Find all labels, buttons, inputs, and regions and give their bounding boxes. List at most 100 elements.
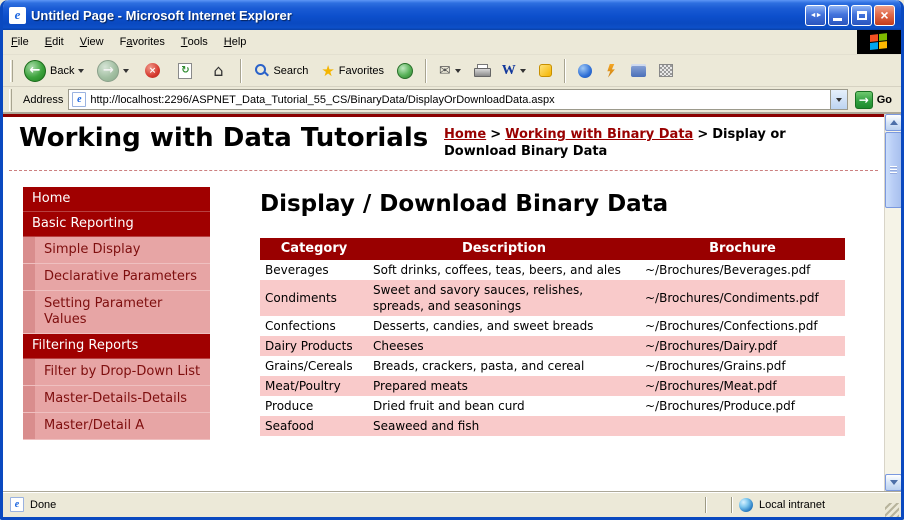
address-bar: Address e http://localhost:2296/ASPNET_D… bbox=[3, 87, 901, 113]
sidebar-item-master-detail[interactable]: Master/Detail A bbox=[23, 413, 210, 440]
edit-with-word-button[interactable]: W bbox=[497, 61, 531, 81]
sidebar-item-master-details-details[interactable]: Master-Details-Details bbox=[23, 386, 210, 413]
breadcrumb-section-link[interactable]: Working with Binary Data bbox=[505, 127, 693, 142]
cell-category: Grains/Cereals bbox=[260, 356, 368, 376]
back-button[interactable]: ← Back bbox=[19, 58, 89, 84]
print-button[interactable] bbox=[469, 62, 494, 79]
back-icon: ← bbox=[24, 60, 46, 82]
toolbar-extra-button-4[interactable] bbox=[654, 62, 678, 79]
search-icon bbox=[254, 63, 269, 78]
menu-favorites[interactable]: Favorites bbox=[112, 30, 173, 54]
security-zone-label: Local intranet bbox=[759, 499, 825, 511]
sidebar-item-filter-by-dropdown-list[interactable]: Filter by Drop-Down List bbox=[23, 359, 210, 386]
sidebar-item-basic-reporting[interactable]: Basic Reporting bbox=[23, 212, 210, 237]
menu-view[interactable]: View bbox=[72, 30, 112, 54]
table-row: Meat/Poultry Prepared meats ~/Brochures/… bbox=[260, 376, 845, 396]
url-text[interactable]: http://localhost:2296/ASPNET_Data_Tutori… bbox=[90, 94, 825, 106]
cell-category: Confections bbox=[260, 316, 368, 336]
mail-button[interactable]: ✉ bbox=[434, 61, 466, 81]
mail-icon: ✉ bbox=[439, 63, 451, 79]
cell-category: Seafood bbox=[260, 416, 368, 436]
site-title: Working with Data Tutorials bbox=[19, 123, 428, 153]
site-header: Working with Data Tutorials Home>Working… bbox=[3, 117, 884, 170]
refresh-button[interactable]: ↻ bbox=[170, 59, 200, 83]
arrow-down-icon bbox=[890, 480, 898, 485]
minimize-button[interactable] bbox=[828, 5, 849, 26]
menu-bar: File Edit View Favorites Tools Help bbox=[3, 30, 901, 55]
sidebar-item-setting-parameter-values[interactable]: Setting Parameter Values bbox=[23, 291, 210, 334]
title-bar: e Untitled Page - Microsoft Internet Exp… bbox=[3, 0, 901, 30]
toolbar-extra-button-3[interactable] bbox=[626, 62, 651, 79]
toolbar-extra-button-1[interactable] bbox=[573, 62, 597, 80]
scroll-down-button[interactable] bbox=[885, 474, 902, 491]
grid-icon bbox=[659, 64, 673, 77]
status-page-icon: e bbox=[10, 497, 24, 512]
print-icon bbox=[474, 64, 489, 77]
cell-description: Sweet and savory sauces, relishes, sprea… bbox=[368, 280, 640, 316]
menu-edit[interactable]: Edit bbox=[37, 30, 72, 54]
status-text: Done bbox=[30, 499, 56, 511]
standard-toolbar: ← Back → × ↻ ⌂ Search ★ Favorites bbox=[3, 55, 901, 87]
sidebar-item-home[interactable]: Home bbox=[23, 187, 210, 212]
cell-description: Dried fruit and bean curd bbox=[368, 396, 640, 416]
cell-category: Produce bbox=[260, 396, 368, 416]
toolbar-extra-button-2[interactable] bbox=[600, 62, 623, 80]
address-dropdown-button[interactable] bbox=[830, 90, 847, 109]
menu-help[interactable]: Help bbox=[216, 30, 255, 54]
menu-file[interactable]: File bbox=[3, 30, 37, 54]
content-columns: Home Basic Reporting Simple Display Decl… bbox=[3, 171, 884, 491]
history-button[interactable] bbox=[392, 61, 418, 81]
stop-button[interactable]: × bbox=[137, 59, 167, 83]
cell-category: Condiments bbox=[260, 280, 368, 316]
forward-button[interactable]: → bbox=[92, 58, 134, 84]
edit-dropdown-icon bbox=[520, 69, 526, 73]
cell-description: Cheeses bbox=[368, 336, 640, 356]
lightning-icon bbox=[605, 64, 618, 78]
vertical-scrollbar[interactable] bbox=[884, 114, 901, 491]
cell-brochure: ~/Brochures/Condiments.pdf bbox=[640, 280, 845, 316]
sidebar-item-simple-display[interactable]: Simple Display bbox=[23, 237, 210, 264]
favorites-button[interactable]: ★ Favorites bbox=[316, 60, 389, 82]
home-button[interactable]: ⌂ bbox=[203, 59, 233, 83]
search-button[interactable]: Search bbox=[249, 61, 313, 80]
forward-icon: → bbox=[97, 60, 119, 82]
maximize-button[interactable] bbox=[851, 5, 872, 26]
addressbar-grip[interactable] bbox=[9, 89, 12, 111]
window-arrows-button[interactable]: ◄► bbox=[805, 5, 826, 26]
go-label: Go bbox=[877, 94, 892, 106]
cell-description: Prepared meats bbox=[368, 376, 640, 396]
stop-icon: × bbox=[145, 63, 160, 78]
close-button[interactable]: × bbox=[874, 5, 895, 26]
address-input[interactable]: e http://localhost:2296/ASPNET_Data_Tuto… bbox=[68, 89, 847, 110]
maximize-icon bbox=[857, 11, 867, 20]
toolbar-separator bbox=[564, 59, 566, 83]
menu-tools[interactable]: Tools bbox=[173, 30, 216, 54]
go-button[interactable]: → Go bbox=[853, 91, 898, 109]
cell-brochure: ~/Brochures/Confections.pdf bbox=[640, 316, 845, 336]
toolbar-separator bbox=[240, 59, 242, 83]
cell-category: Dairy Products bbox=[260, 336, 368, 356]
column-header-brochure: Brochure bbox=[640, 238, 845, 260]
table-row: Dairy Products Cheeses ~/Brochures/Dairy… bbox=[260, 336, 845, 356]
cell-category: Beverages bbox=[260, 260, 368, 280]
search-label: Search bbox=[273, 65, 308, 77]
table-row: Grains/Cereals Breads, crackers, pasta, … bbox=[260, 356, 845, 376]
messenger-button[interactable] bbox=[534, 62, 557, 79]
chevron-down-icon bbox=[836, 98, 842, 102]
breadcrumb-home-link[interactable]: Home bbox=[444, 127, 486, 142]
scrollbar-thumb[interactable] bbox=[885, 132, 902, 208]
sidebar-nav: Home Basic Reporting Simple Display Decl… bbox=[23, 187, 210, 440]
table-row: Condiments Sweet and savory sauces, reli… bbox=[260, 280, 845, 316]
browser-viewport: Working with Data Tutorials Home>Working… bbox=[3, 113, 901, 491]
favorites-label: Favorites bbox=[339, 65, 384, 77]
toolbar-grip[interactable] bbox=[10, 60, 13, 82]
cell-description: Seaweed and fish bbox=[368, 416, 640, 436]
word-icon: W bbox=[502, 63, 516, 79]
sidebar-item-filtering-reports[interactable]: Filtering Reports bbox=[23, 334, 210, 359]
resize-grip[interactable] bbox=[885, 503, 899, 517]
refresh-icon: ↻ bbox=[178, 63, 192, 79]
security-zone-pane: Local intranet bbox=[735, 498, 883, 512]
scroll-up-button[interactable] bbox=[885, 114, 902, 131]
sidebar-item-declarative-parameters[interactable]: Declarative Parameters bbox=[23, 264, 210, 291]
ie-logo-icon: e bbox=[9, 7, 26, 24]
